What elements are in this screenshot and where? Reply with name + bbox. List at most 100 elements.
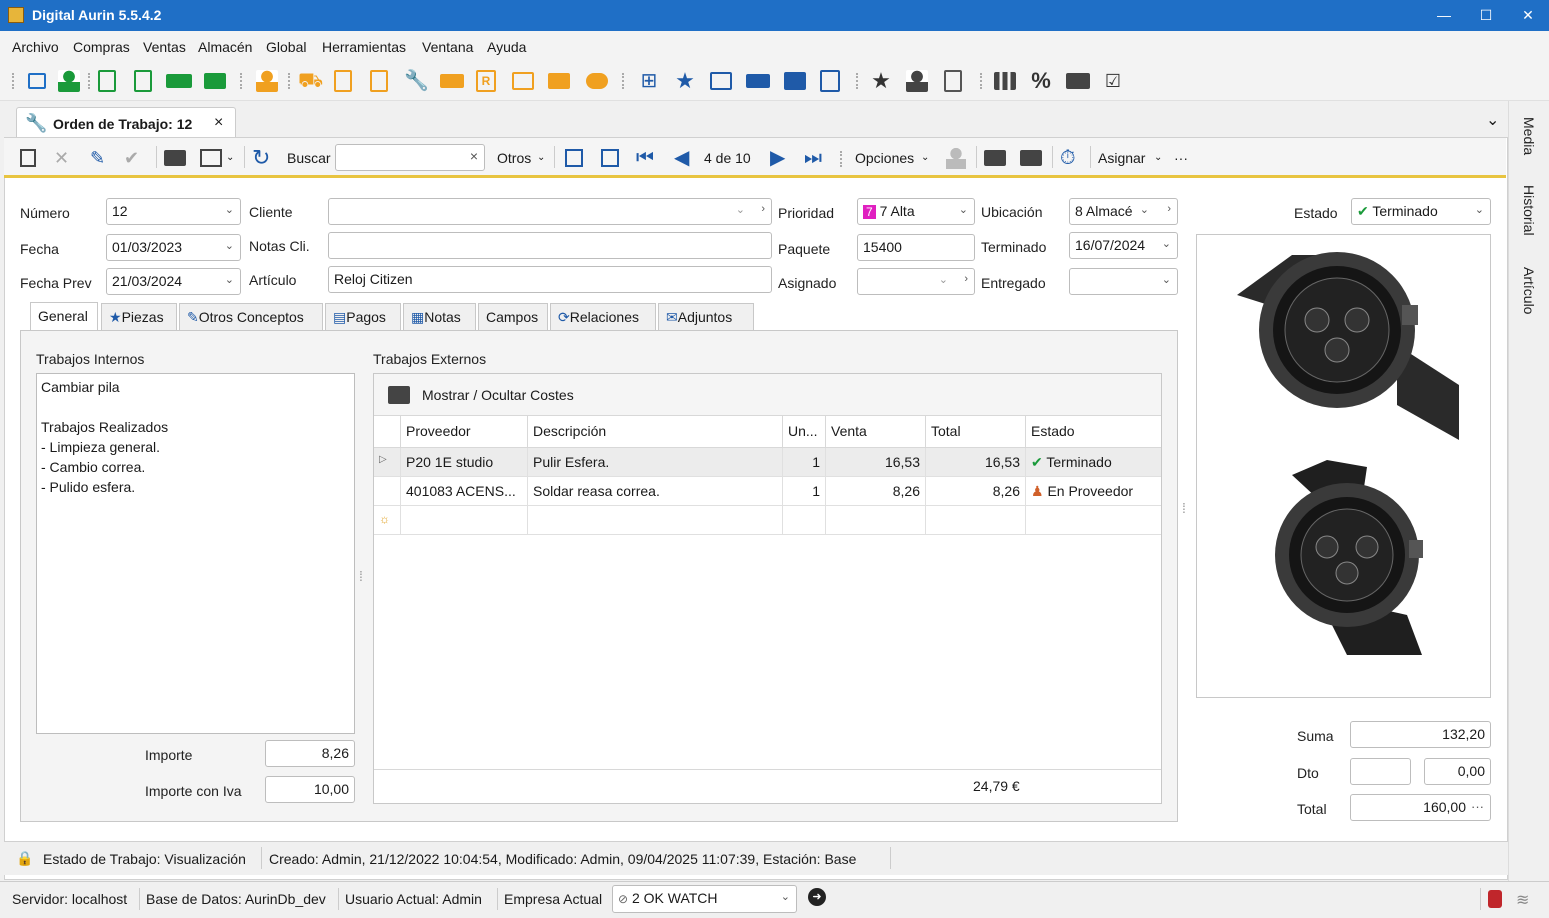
col-estado[interactable]: Estado <box>1026 416 1161 448</box>
window-icon[interactable] <box>28 73 46 89</box>
tab-campos[interactable]: Campos <box>478 303 548 330</box>
toggle-costs-button[interactable]: Mostrar / Ocultar Costes <box>422 387 574 403</box>
cart-icon[interactable]: ⛟ <box>298 70 323 92</box>
layers-icon[interactable]: ≋ <box>1516 890 1529 910</box>
previous-record-icon[interactable]: ◀ <box>674 147 689 169</box>
ubicacion-field[interactable]: 8 Almacé ⌄ › <box>1069 198 1178 225</box>
table-cell[interactable]: 8,26 <box>826 477 926 506</box>
invoice-icon[interactable] <box>98 70 116 92</box>
star-icon[interactable]: ★ <box>674 70 696 92</box>
trabajos-internos-textarea[interactable]: Cambiar pila Trabajos Realizados - Limpi… <box>36 373 355 734</box>
search-input[interactable]: × <box>335 144 485 171</box>
col-venta[interactable]: Venta <box>826 416 926 448</box>
menu-ventas[interactable]: Ventas <box>143 39 186 55</box>
list-document-icon[interactable] <box>944 70 962 92</box>
wrench-icon[interactable]: 🔧 <box>404 70 429 92</box>
chevron-down-icon[interactable]: ⌄ <box>1154 147 1162 169</box>
edit-icon[interactable]: ✎ <box>90 147 105 169</box>
side-tab-historial[interactable]: Historial <box>1521 185 1537 236</box>
table-cell[interactable]: ♟ En Proveedor <box>1026 477 1161 506</box>
report-icon[interactable]: R <box>476 70 496 92</box>
asignado-field[interactable]: ⌄ › <box>857 268 975 295</box>
chevron-down-icon[interactable]: ⌄ <box>939 273 948 286</box>
chevron-down-icon[interactable]: ⌄ <box>781 890 790 903</box>
next-record-icon[interactable]: ▶ <box>770 147 785 169</box>
hierarchy-icon[interactable]: ⊞ <box>638 70 660 92</box>
customer-icon[interactable] <box>58 70 80 92</box>
grid-view-icon[interactable] <box>565 149 583 167</box>
terminado-field[interactable]: 16/07/2024 ⌄ <box>1069 232 1178 259</box>
chevron-down-icon[interactable]: ⌄ <box>225 239 234 252</box>
table-cell[interactable]: ✔ Terminado <box>1026 448 1161 477</box>
tab-notas[interactable]: ▦Notas <box>403 303 476 330</box>
briefcase-icon[interactable] <box>204 73 226 89</box>
transfer-icon[interactable] <box>820 70 840 92</box>
dto-field[interactable]: 0,00 <box>1424 758 1491 785</box>
chevron-down-icon[interactable]: ⌄ <box>226 147 234 169</box>
tab-pagos[interactable]: ▤Pagos <box>325 303 401 330</box>
tab-otros-conceptos[interactable]: ✎Otros Conceptos <box>179 303 323 330</box>
minimize-button[interactable]: — <box>1424 0 1464 31</box>
supplier-icon[interactable] <box>256 70 278 92</box>
tab-general[interactable]: General <box>30 302 98 331</box>
truck-icon[interactable] <box>166 74 192 88</box>
percent-icon[interactable]: % <box>1030 70 1052 92</box>
chevron-down-icon[interactable]: ⌄ <box>537 147 545 169</box>
table-cell[interactable]: 8,26 <box>926 477 1026 506</box>
product-image-panel[interactable] <box>1196 234 1491 698</box>
tab-overflow-icon[interactable]: ⌄ <box>1486 110 1499 130</box>
cliente-field[interactable]: ⌄ › <box>328 198 772 225</box>
more-options-icon[interactable]: ··· <box>1174 147 1188 169</box>
suma-field[interactable]: 132,20 <box>1350 721 1491 748</box>
print-alt-icon[interactable] <box>1020 150 1042 166</box>
paquete-field[interactable]: 15400 <box>857 234 975 261</box>
chevron-right-icon[interactable]: › <box>761 203 765 215</box>
refresh-icon[interactable]: ↻ <box>252 147 270 169</box>
add-user-icon[interactable] <box>946 147 966 169</box>
page-icon[interactable] <box>370 70 388 92</box>
chevron-right-icon[interactable]: › <box>1167 203 1171 215</box>
splitter-grip-icon[interactable]: ⁞ <box>1182 500 1186 516</box>
total-field[interactable]: 160,00 ··· <box>1350 794 1491 821</box>
last-record-icon[interactable]: ⏭ <box>804 147 822 169</box>
first-record-icon[interactable]: ⏮ <box>636 147 654 169</box>
menu-almacen[interactable]: Almacén <box>198 39 252 55</box>
chevron-down-icon[interactable]: ⌄ <box>959 203 968 216</box>
notas-cli-field[interactable] <box>328 232 772 259</box>
fecha-field[interactable]: 01/03/2023 ⌄ <box>106 234 241 261</box>
company-select[interactable]: ⊘ 2 OK WATCH ⌄ <box>612 885 797 913</box>
close-window-button[interactable]: ✕ <box>1508 0 1548 31</box>
fecha-prev-field[interactable]: 21/03/2024 ⌄ <box>106 268 241 295</box>
menu-compras[interactable]: Compras <box>73 39 130 55</box>
accept-icon[interactable]: ✔ <box>124 147 139 169</box>
menu-ventana[interactable]: Ventana <box>422 39 473 55</box>
timer-icon[interactable]: ⏱ <box>1060 147 1076 169</box>
table-cell[interactable]: 16,53 <box>926 448 1026 477</box>
user-icon[interactable] <box>906 70 928 92</box>
menu-archivo[interactable]: Archivo <box>12 39 59 55</box>
table-cell[interactable]: Pulir Esfera. <box>528 448 783 477</box>
tab-piezas[interactable]: ★Piezas <box>101 303 177 330</box>
articulo-field[interactable]: Reloj Citizen <box>328 266 772 293</box>
go-arrow-icon[interactable]: ➜ <box>808 888 826 906</box>
chevron-down-icon[interactable]: ⌄ <box>225 273 234 286</box>
form-view-icon[interactable] <box>601 149 619 167</box>
more-icon[interactable]: ··· <box>1471 799 1484 814</box>
checklist-icon[interactable]: ☑ <box>1102 70 1124 92</box>
layers-icon[interactable] <box>746 74 770 88</box>
photo-icon[interactable] <box>710 72 732 90</box>
chevron-right-icon[interactable]: › <box>964 273 968 285</box>
side-tab-media[interactable]: Media <box>1521 117 1537 155</box>
tab-relaciones[interactable]: ⟳Relaciones <box>550 303 656 330</box>
table-row[interactable]: 401083 ACENS... <box>401 477 528 506</box>
splitter-grip-icon[interactable]: ⁞ <box>359 568 363 584</box>
entregado-field[interactable]: ⌄ <box>1069 268 1178 295</box>
clear-search-icon[interactable]: × <box>470 148 478 164</box>
print-icon[interactable] <box>164 150 186 166</box>
row-indicator-icon[interactable]: ▷ <box>374 448 401 477</box>
new-row-icon[interactable]: ☼ <box>374 506 401 535</box>
chevron-down-icon[interactable]: ⌄ <box>736 203 745 216</box>
order-icon[interactable] <box>334 70 352 92</box>
maximize-button[interactable]: ☐ <box>1466 0 1506 31</box>
estado-field[interactable]: ✔ Terminado ⌄ <box>1351 198 1491 225</box>
